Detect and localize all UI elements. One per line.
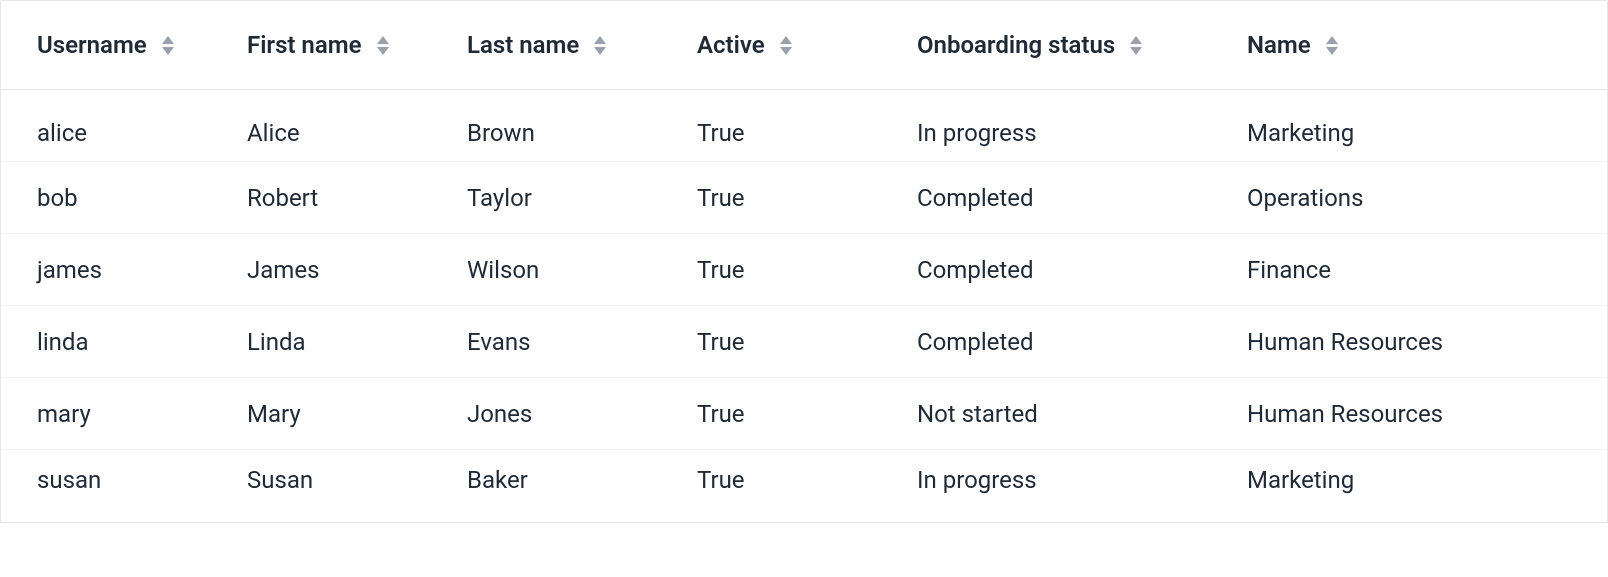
cell-name: Marketing xyxy=(1211,450,1607,522)
column-header-label: Username xyxy=(37,31,147,59)
cell-first-name: Susan xyxy=(211,450,431,522)
cell-name: Human Resources xyxy=(1211,378,1607,450)
cell-last-name: Baker xyxy=(431,450,661,522)
column-header-name[interactable]: Name xyxy=(1211,1,1607,90)
cell-active: True xyxy=(661,378,881,450)
cell-name: Finance xyxy=(1211,234,1607,306)
table-body: alice Alice Brown True In progress Marke… xyxy=(1,90,1607,522)
column-header-label: Onboarding status xyxy=(917,31,1115,59)
cell-first-name: James xyxy=(211,234,431,306)
column-header-label: Active xyxy=(697,31,765,59)
cell-active: True xyxy=(661,90,881,162)
cell-active: True xyxy=(661,450,881,522)
column-header-onboarding-status[interactable]: Onboarding status xyxy=(881,1,1211,90)
cell-username: james xyxy=(1,234,211,306)
sort-icon xyxy=(1129,36,1143,55)
cell-username: alice xyxy=(1,90,211,162)
cell-onboarding: In progress xyxy=(881,90,1211,162)
column-header-first-name[interactable]: First name xyxy=(211,1,431,90)
cell-last-name: Jones xyxy=(431,378,661,450)
cell-name: Operations xyxy=(1211,162,1607,234)
column-header-label: First name xyxy=(247,31,362,59)
users-table: Username First name xyxy=(1,1,1607,522)
cell-onboarding: In progress xyxy=(881,450,1211,522)
column-header-last-name[interactable]: Last name xyxy=(431,1,661,90)
sort-icon xyxy=(161,36,175,55)
column-header-active[interactable]: Active xyxy=(661,1,881,90)
cell-first-name: Mary xyxy=(211,378,431,450)
cell-onboarding: Completed xyxy=(881,234,1211,306)
cell-username: bob xyxy=(1,162,211,234)
sort-icon xyxy=(593,36,607,55)
table-row[interactable]: james James Wilson True Completed Financ… xyxy=(1,234,1607,306)
table-row[interactable]: bob Robert Taylor True Completed Operati… xyxy=(1,162,1607,234)
cell-last-name: Evans xyxy=(431,306,661,378)
cell-first-name: Alice xyxy=(211,90,431,162)
sort-icon xyxy=(1325,36,1339,55)
cell-active: True xyxy=(661,162,881,234)
cell-active: True xyxy=(661,306,881,378)
table-row[interactable]: alice Alice Brown True In progress Marke… xyxy=(1,90,1607,162)
sort-icon xyxy=(779,36,793,55)
cell-name: Human Resources xyxy=(1211,306,1607,378)
table-header-row: Username First name xyxy=(1,1,1607,90)
column-header-label: Name xyxy=(1247,31,1311,59)
cell-last-name: Brown xyxy=(431,90,661,162)
table-row[interactable]: susan Susan Baker True In progress Marke… xyxy=(1,450,1607,522)
cell-first-name: Robert xyxy=(211,162,431,234)
cell-onboarding: Not started xyxy=(881,378,1211,450)
table-row[interactable]: linda Linda Evans True Completed Human R… xyxy=(1,306,1607,378)
column-header-username[interactable]: Username xyxy=(1,1,211,90)
cell-username: linda xyxy=(1,306,211,378)
cell-username: mary xyxy=(1,378,211,450)
cell-first-name: Linda xyxy=(211,306,431,378)
cell-name: Marketing xyxy=(1211,90,1607,162)
cell-onboarding: Completed xyxy=(881,162,1211,234)
sort-icon xyxy=(376,36,390,55)
cell-onboarding: Completed xyxy=(881,306,1211,378)
cell-last-name: Wilson xyxy=(431,234,661,306)
cell-active: True xyxy=(661,234,881,306)
cell-last-name: Taylor xyxy=(431,162,661,234)
cell-username: susan xyxy=(1,450,211,522)
table-row[interactable]: mary Mary Jones True Not started Human R… xyxy=(1,378,1607,450)
users-table-container: Username First name xyxy=(0,0,1608,523)
column-header-label: Last name xyxy=(467,31,579,59)
